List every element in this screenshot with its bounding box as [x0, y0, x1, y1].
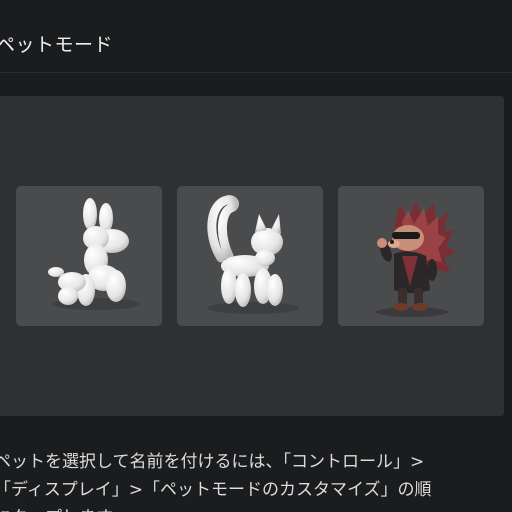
header-divider — [0, 72, 512, 73]
balloon-cat-pet-icon — [207, 195, 299, 314]
instruction-line: 「ディスプレイ」>「ペットモードのカスタマイズ」の順 — [0, 480, 432, 500]
balloon-dog-pet-icon — [48, 198, 140, 310]
pet-card-hedgehog[interactable] — [338, 186, 484, 326]
pet-card-balloon-dog[interactable] — [16, 186, 162, 326]
instruction-text: ペットを選択して名前を付けるには、「コントロール」> 「ディスプレイ」>「ペット… — [0, 448, 512, 512]
page-title: ペットモード — [0, 34, 114, 56]
hedgehog-character-pet-icon — [376, 200, 456, 317]
instruction-line: にタップします。 — [0, 504, 512, 512]
instruction-line: ペットを選択して名前を付けるには、「コントロール」> — [0, 452, 425, 472]
pet-mode-page: ペットモード ペットを選択して名前を付けるには、「コントロール」> 「ディスプレ… — [0, 0, 512, 512]
pet-card-balloon-cat[interactable] — [177, 186, 323, 326]
